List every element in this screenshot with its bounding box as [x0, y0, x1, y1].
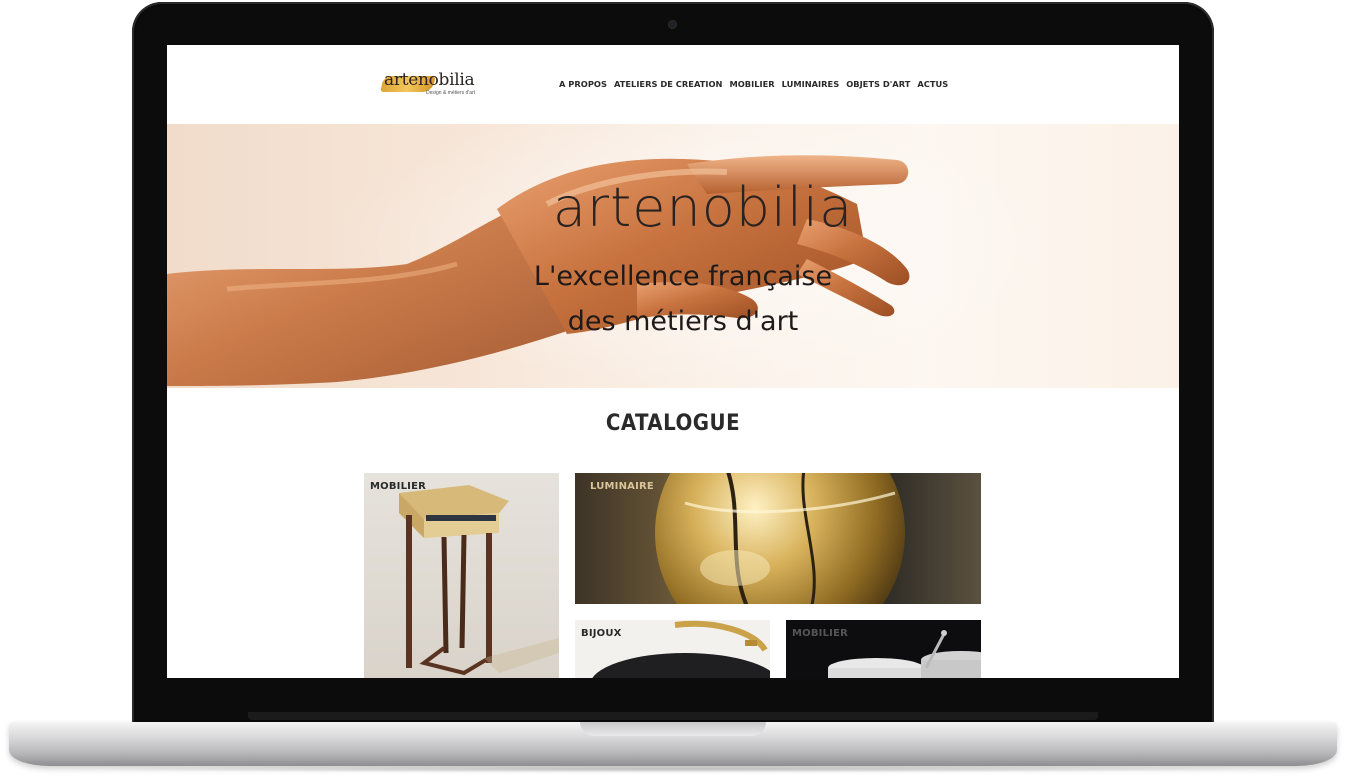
logo-tagline: Design & métiers d'art	[426, 90, 476, 96]
hero-subtitle-line2: des métiers d'art	[567, 306, 799, 337]
site-logo[interactable]: artenobilia Design & métiers d'art	[380, 70, 476, 100]
tile-label-bijoux: BIJOUX	[581, 628, 622, 639]
logo-text: artenobilia	[384, 70, 475, 90]
tile-label-luminaire: LUMINAIRE	[590, 481, 654, 492]
catalogue-tile-luminaire[interactable]: LUMINAIRE	[575, 473, 981, 604]
hero-subtitle-line1: L'excellence française	[533, 261, 833, 292]
laptop-shadow	[60, 765, 1286, 773]
nav-item-objets-d-art[interactable]: OBJETS D'ART	[846, 79, 910, 89]
nav-item-actus[interactable]: ACTUS	[917, 79, 948, 89]
camera-icon	[669, 21, 676, 28]
nav-item-mobilier[interactable]: MOBILIER	[729, 79, 774, 89]
main-nav: A PROPOS ATELIERS DE CREATION MOBILIER L…	[559, 79, 948, 89]
side-table-image	[399, 485, 559, 676]
golden-sphere-image	[655, 473, 905, 604]
catalogue-tile-mobilier[interactable]: MOBILIER	[364, 473, 559, 678]
catalogue-tile-bijoux[interactable]: BIJOUX	[575, 620, 770, 678]
nav-item-ateliers[interactable]: ATELIERS DE CREATION	[614, 79, 723, 89]
nav-item-luminaires[interactable]: LUMINAIRES	[782, 79, 840, 89]
catalogue-heading: CATALOGUE	[605, 411, 741, 436]
tile-label-mobilier: MOBILIER	[370, 481, 427, 492]
nav-item-a-propos[interactable]: A PROPOS	[559, 79, 607, 89]
catalogue-tile-mobilier-2[interactable]: MOBILIER	[786, 620, 981, 678]
browser-screen: artenobilia Design & métiers d'art A PRO…	[167, 45, 1179, 678]
hero-banner: artenobilia L'excellence française des m…	[167, 124, 1179, 388]
site-header: artenobilia Design & métiers d'art A PRO…	[167, 45, 1179, 124]
laptop-hinge	[248, 712, 1098, 720]
tile-label-mobilier-2: MOBILIER	[792, 628, 849, 639]
laptop-notch	[580, 722, 766, 736]
hero-title: artenobilia	[552, 176, 854, 239]
copper-hand-image	[167, 155, 910, 386]
